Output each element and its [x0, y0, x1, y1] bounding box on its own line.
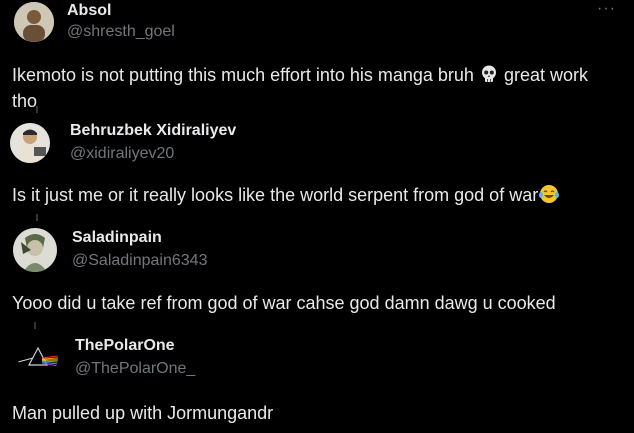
thread-divider — [36, 106, 38, 113]
more-options-button[interactable]: ··· — [597, 0, 616, 18]
avatar[interactable] — [14, 2, 54, 42]
reply-text-main: Ikemoto is not putting this much effort … — [12, 65, 474, 85]
author-handle[interactable]: @xidiraliyev20 — [70, 145, 174, 163]
reply-text-main: Is it just me or it really looks like th… — [12, 185, 539, 205]
author-name[interactable]: ThePolarOne — [75, 337, 175, 355]
reply-text-main: Man pulled up with Jormungandr — [12, 403, 274, 423]
author-handle[interactable]: @shresth_goel — [67, 23, 175, 41]
skull-emoji-icon — [479, 64, 499, 90]
avatar-image — [10, 123, 50, 163]
reply-text-main: Yooo did u take ref from god of war cahs… — [12, 293, 556, 313]
reply-text: Is it just me or it really looks like th… — [12, 184, 612, 210]
reply-text: Man pulled up with Jormungandr — [12, 402, 612, 425]
reply-4[interactable]: ThePolarOne @ThePolarOne_ Man pulled up … — [0, 333, 634, 433]
reply-1[interactable]: Absol @shresth_goel ··· Ikemoto is not p… — [0, 0, 634, 113]
avatar[interactable] — [18, 338, 58, 378]
avatar[interactable] — [10, 123, 50, 163]
author-name[interactable]: Absol — [67, 2, 111, 20]
author-handle[interactable]: @Saladinpain6343 — [72, 252, 207, 270]
author-name[interactable]: Behruzbek Xidiraliyev — [70, 122, 236, 140]
author-handle[interactable]: @ThePolarOne_ — [75, 360, 195, 378]
reply-text: Yooo did u take ref from god of war cahs… — [12, 292, 612, 315]
avatar[interactable] — [13, 228, 57, 272]
reply-3[interactable]: Saladinpain @Saladinpain6343 Yooo did u … — [0, 224, 634, 329]
author-name[interactable]: Saladinpain — [72, 229, 162, 247]
avatar-image — [14, 2, 54, 42]
thread-divider — [34, 322, 36, 329]
joy-emoji-icon — [538, 184, 560, 210]
thread-divider — [36, 214, 38, 221]
avatar-image — [13, 228, 57, 272]
reply-text: Ikemoto is not putting this much effort … — [12, 64, 612, 113]
prism-avatar-image — [18, 338, 58, 378]
reply-2[interactable]: Behruzbek Xidiraliyev @xidiraliyev20 Is … — [0, 115, 634, 221]
